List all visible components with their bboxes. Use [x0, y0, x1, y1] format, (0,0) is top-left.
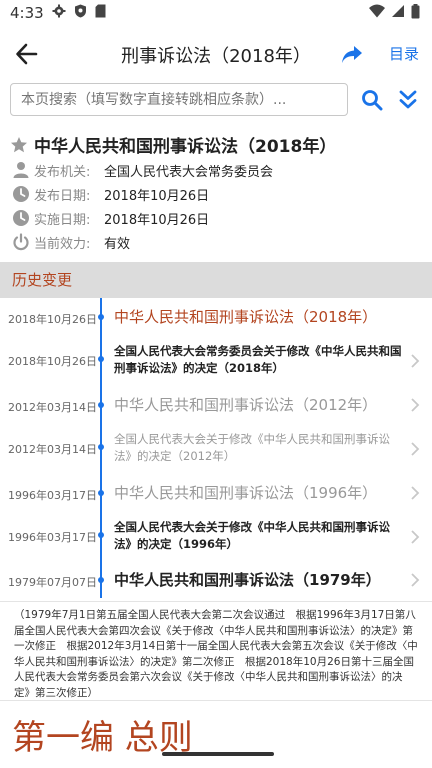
- history-date: 1996年03月17日: [8, 489, 97, 502]
- battery-icon: [411, 3, 420, 23]
- settings-icon: [52, 4, 66, 22]
- expand-all-button[interactable]: [396, 88, 420, 112]
- history-item[interactable]: 2018年10月26日 中华人民共和国刑事诉讼法（2018年）: [0, 298, 432, 336]
- history-item[interactable]: 1996年03月17日 中华人民共和国刑事诉讼法（1996年）: [0, 472, 432, 512]
- history-section-header: 历史变更: [0, 262, 432, 298]
- history-date: 2018年10月26日: [8, 355, 97, 368]
- law-title: 中华人民共和国刑事诉讼法（2018年）: [34, 137, 337, 157]
- meta-publish-date: 发布日期: 2018年10月26日: [12, 183, 209, 205]
- history-title: 中华人民共和国刑事诉讼法（1996年）: [114, 484, 378, 502]
- shield-icon: [74, 4, 87, 22]
- chevron-right-icon: [411, 573, 420, 587]
- history-date: 2018年10月26日: [8, 313, 97, 326]
- clock-icon: [13, 186, 29, 202]
- chevron-right-icon: [411, 354, 420, 368]
- law-title-row: 中华人民共和国刑事诉讼法（2018年）: [10, 132, 336, 157]
- history-title: 中华人民共和国刑事诉讼法（2012年）: [114, 396, 378, 414]
- meta-validity: 当前效力: 有效: [12, 231, 130, 253]
- meta-effective-date: 实施日期: 2018年10月26日: [12, 207, 209, 229]
- toc-button[interactable]: 目录: [389, 43, 419, 64]
- timeline-dot: [98, 577, 104, 583]
- history-date: 1996年03月17日: [8, 531, 97, 544]
- timeline-dot: [98, 532, 104, 538]
- law-info: 中华人民共和国刑事诉讼法（2018年） 发布机关: 全国人民代表大会常务委员会 …: [0, 128, 432, 260]
- history-item[interactable]: 2012年03月14日 中华人民共和国刑事诉讼法（2012年）: [0, 384, 432, 424]
- chevron-right-icon: [411, 486, 420, 500]
- chevron-right-icon: [411, 530, 420, 544]
- meta-label: 发布机关:: [34, 164, 91, 180]
- meta-value: 2018年10月26日: [104, 188, 210, 204]
- history-item[interactable]: 1979年07月07日 中华人民共和国刑事诉讼法（1979年）: [0, 560, 432, 598]
- timeline-dot: [98, 490, 104, 496]
- wifi-icon: [369, 4, 385, 22]
- history-timeline: 2018年10月26日 中华人民共和国刑事诉讼法（2018年） 2018年10月…: [0, 298, 432, 598]
- meta-value: 全国人民代表大会常务委员会: [104, 164, 274, 180]
- page-title: 刑事诉讼法（2018年）: [121, 46, 311, 67]
- history-item[interactable]: 1996年03月17日 全国人民代表大会关于修改《中华人民共和国刑事诉讼法》的决…: [0, 512, 432, 560]
- status-bar: 4:33: [0, 0, 432, 26]
- home-indicator[interactable]: [162, 752, 274, 756]
- history-date: 2012年03月14日: [8, 443, 97, 456]
- search-icon: [362, 90, 383, 111]
- timeline-dot: [98, 444, 104, 450]
- share-button[interactable]: [340, 42, 364, 66]
- star-icon[interactable]: [10, 136, 28, 154]
- history-date: 2012年03月14日: [8, 401, 97, 414]
- search-bar: [0, 82, 432, 120]
- chevron-right-icon: [411, 398, 420, 412]
- law-preamble-note: （1979年7月1日第五届全国人民代表大会第二次会议通过 根据1996年3月17…: [0, 601, 432, 701]
- meta-label: 当前效力:: [34, 236, 91, 252]
- history-title: 中华人民共和国刑事诉讼法（1979年）: [114, 571, 381, 589]
- timeline-dot: [98, 402, 104, 408]
- person-icon: [13, 162, 29, 178]
- search-input[interactable]: [10, 83, 348, 116]
- meta-issuer: 发布机关: 全国人民代表大会常务委员会: [12, 159, 273, 181]
- meta-label: 实施日期:: [34, 212, 91, 228]
- sd-card-icon: [95, 4, 106, 22]
- timeline-dot: [98, 314, 104, 320]
- history-title: 中华人民共和国刑事诉讼法（2018年）: [114, 308, 378, 326]
- history-title: 全国人民代表大会关于修改《中华人民共和国刑事诉讼法》的决定（2012年）: [114, 432, 390, 463]
- search-button[interactable]: [360, 88, 384, 112]
- status-time: 4:33: [10, 4, 44, 22]
- signal-icon: [391, 4, 405, 22]
- history-item[interactable]: 2018年10月26日 全国人民代表大会常务委员会关于修改《中华人民共和国刑事诉…: [0, 336, 432, 384]
- meta-value: 2018年10月26日: [104, 212, 210, 228]
- chevron-right-icon: [411, 442, 420, 456]
- clock-icon: [13, 210, 29, 226]
- history-title: 全国人民代表大会常务委员会关于修改《中华人民共和国刑事诉讼法》的决定（2018年…: [114, 344, 402, 375]
- double-chevron-down-icon: [399, 90, 417, 109]
- meta-label: 发布日期:: [34, 188, 91, 204]
- timeline-dot: [98, 356, 104, 362]
- app-bar: 刑事诉讼法（2018年） 目录: [0, 30, 432, 78]
- share-icon: [342, 46, 362, 63]
- history-date: 1979年07月07日: [8, 576, 97, 589]
- history-title: 全国人民代表大会关于修改《中华人民共和国刑事诉讼法》的决定（1996年）: [114, 520, 390, 551]
- meta-value: 有效: [104, 236, 131, 252]
- power-icon: [13, 233, 29, 251]
- history-item[interactable]: 2012年03月14日 全国人民代表大会关于修改《中华人民共和国刑事诉讼法》的决…: [0, 424, 432, 472]
